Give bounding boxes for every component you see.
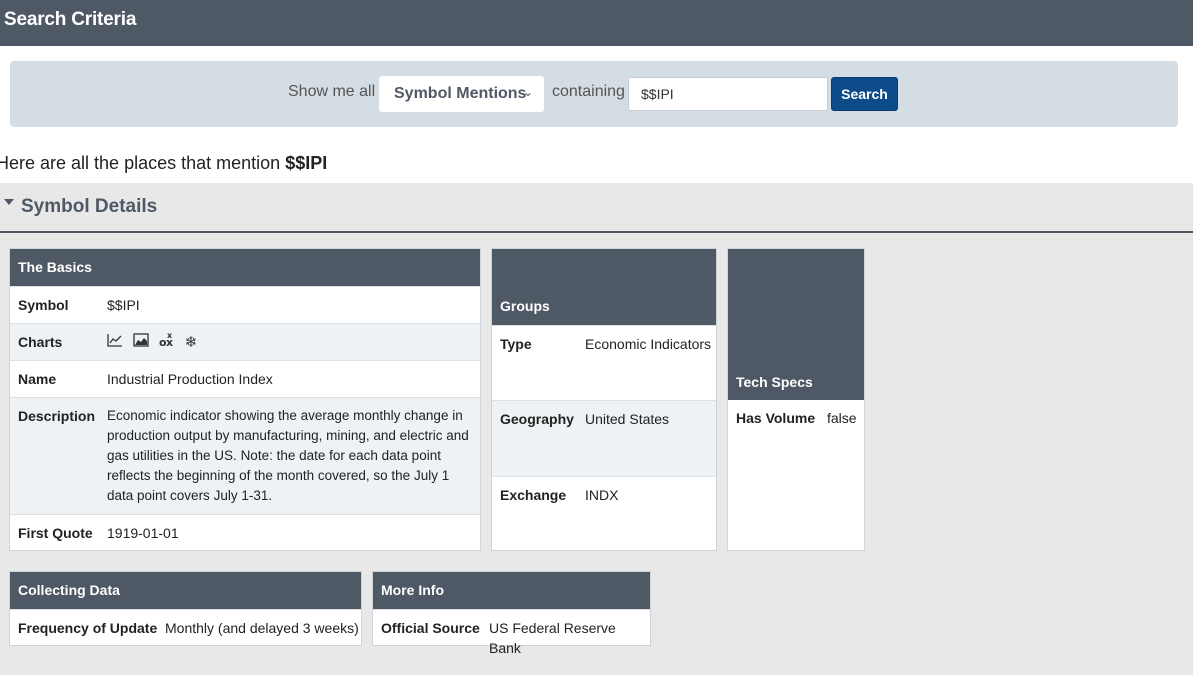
basics-card-title: The Basics bbox=[10, 249, 480, 286]
collecting-row-frequency: Frequency of Update Monthly (and delayed… bbox=[10, 609, 361, 646]
tech-specs-card-title: Tech Specs bbox=[728, 249, 864, 400]
groups-row-exchange: Exchange INDX bbox=[492, 476, 716, 551]
mention-symbol: $$IPI bbox=[285, 153, 328, 173]
search-type-value: Symbol Mentions bbox=[394, 85, 527, 102]
show-me-all-label: Show me all bbox=[288, 83, 376, 100]
chevron-down-icon: ⌄ bbox=[523, 85, 534, 99]
ox-chart-icon[interactable]: oxx bbox=[159, 331, 175, 352]
more-info-card-title: More Info bbox=[373, 572, 650, 609]
page-title: Search Criteria bbox=[4, 9, 137, 30]
tech-row-has-volume: Has Volume false bbox=[736, 410, 857, 426]
svg-text:x: x bbox=[167, 331, 173, 340]
basics-row-first-quote: First Quote 1919-01-01 bbox=[10, 514, 480, 551]
area-chart-icon[interactable] bbox=[133, 332, 149, 352]
search-panel: Show me all Symbol Mentions ⌄ containing… bbox=[10, 61, 1178, 127]
search-button[interactable]: Search bbox=[831, 77, 898, 111]
groups-row-type: Type Economic Indicators bbox=[492, 325, 716, 400]
more-info-row-source: Official Source US Federal Reserve Bank bbox=[373, 609, 650, 656]
groups-card: Groups Type Economic Indicators Geograph… bbox=[491, 248, 717, 551]
line-chart-icon[interactable] bbox=[107, 332, 123, 352]
collecting-data-card: Collecting Data Frequency of Update Mont… bbox=[9, 571, 362, 646]
caret-down-icon bbox=[4, 199, 14, 205]
top-header-bar: Search Criteria bbox=[0, 0, 1193, 46]
groups-row-geography: Geography United States bbox=[492, 400, 716, 476]
basics-row-symbol: Symbol $$IPI bbox=[10, 286, 480, 323]
basics-row-charts: Charts oxx ❄ bbox=[10, 323, 480, 360]
search-type-select[interactable]: Symbol Mentions ⌄ bbox=[379, 76, 544, 112]
snowflake-icon[interactable]: ❄ bbox=[185, 333, 198, 353]
symbol-details-title: Symbol Details bbox=[21, 196, 158, 217]
containing-label: containing bbox=[552, 83, 625, 100]
mention-prefix: Here are all the places that mention bbox=[0, 153, 281, 173]
groups-card-title: Groups bbox=[492, 249, 716, 325]
mention-summary: Here are all the places that mention $$I… bbox=[0, 143, 1193, 183]
tech-specs-card: Tech Specs Has Volume false bbox=[727, 248, 865, 551]
basics-row-name: Name Industrial Production Index bbox=[10, 360, 480, 397]
collecting-data-card-title: Collecting Data bbox=[10, 572, 361, 609]
symbol-details-toggle[interactable]: Symbol Details bbox=[0, 183, 1193, 233]
search-area: Show me all Symbol Mentions ⌄ containing… bbox=[0, 46, 1193, 143]
basics-card: The Basics Symbol $$IPI Charts oxx ❄ Nam… bbox=[9, 248, 481, 551]
basics-row-description: Description Economic indicator showing t… bbox=[10, 397, 480, 514]
search-input[interactable] bbox=[628, 77, 828, 111]
more-info-card: More Info Official Source US Federal Res… bbox=[372, 571, 651, 656]
